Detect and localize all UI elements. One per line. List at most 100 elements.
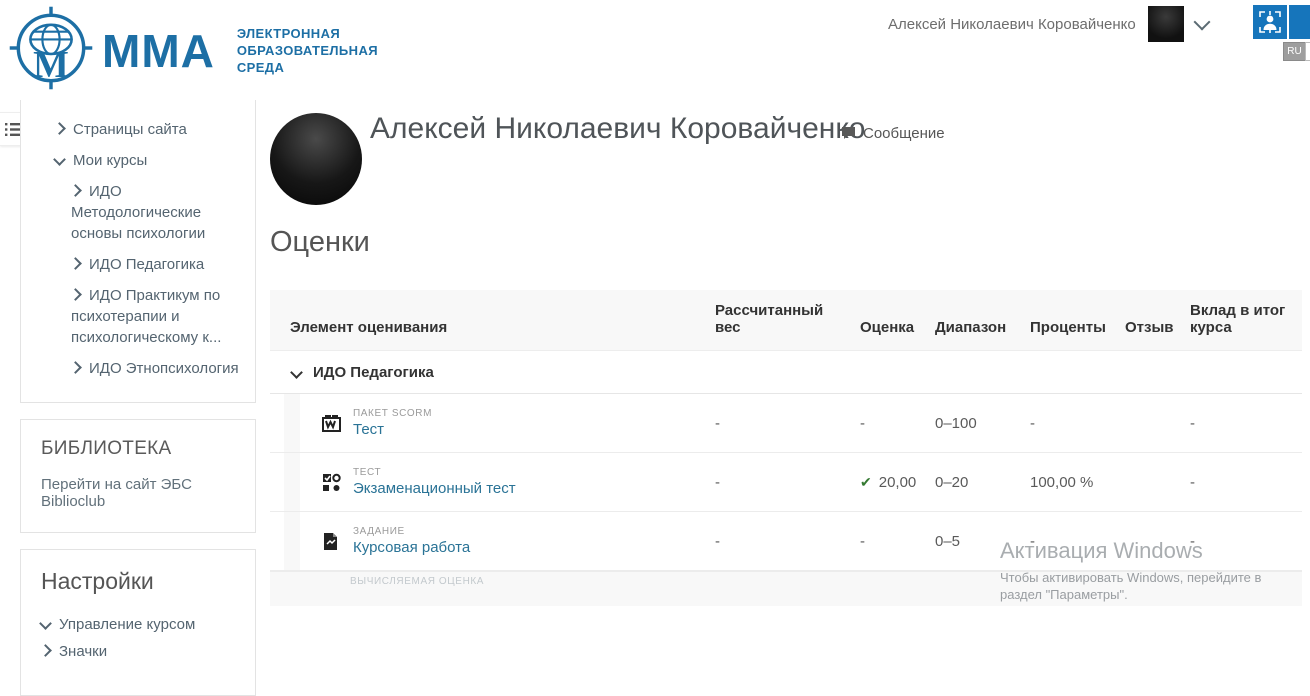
item-type-label: ЗАДАНИЕ <box>353 526 470 537</box>
cell-contribution: - <box>1180 394 1302 452</box>
message-label: Сообщение <box>863 125 945 142</box>
sidebar-item-badges[interactable]: Значки <box>41 638 241 665</box>
settings-block: Настройки Управление курсом Значки <box>20 549 256 696</box>
browser-extension-icon[interactable] <box>1253 5 1287 39</box>
grade-value: 20,00 <box>879 474 917 491</box>
cell-grade: ✔ 20,00 <box>850 453 925 511</box>
list-menu-icon <box>5 122 22 137</box>
sidebar-item-course-pedagogy[interactable]: ИДО Педагогика <box>27 249 245 280</box>
library-block: БИБЛИОТЕКА Перейти на сайт ЭБС Biblioclu… <box>20 419 256 533</box>
main-content: Алексей Николаевич Коровайченко Сообщени… <box>270 100 1302 601</box>
assignment-icon <box>322 532 341 551</box>
mma-globe-logo-icon: М <box>8 4 94 97</box>
grades-page-title: Оценки <box>270 226 370 259</box>
user-avatar-thumbnail[interactable] <box>1148 6 1184 42</box>
grades-table: Элемент оценивания Рассчитанный вес Оцен… <box>270 290 1302 606</box>
cell-percent: - <box>1020 512 1115 570</box>
browser-extension-icon-2[interactable] <box>1289 5 1310 39</box>
logo-text: ММА <box>102 24 215 78</box>
library-block-title: БИБЛИОТЕКА <box>41 438 241 460</box>
grades-table-header: Элемент оценивания Рассчитанный вес Оцен… <box>270 290 1302 351</box>
pass-check-icon: ✔ <box>860 474 872 491</box>
column-header-feedback: Отзыв <box>1115 307 1180 350</box>
grade-item-link[interactable]: Экзаменационный тест <box>353 480 516 497</box>
chevron-right-icon[interactable] <box>69 288 82 301</box>
site-logo[interactable]: М ММА ЭЛЕКТРОННАЯ ОБРАЗОВАТЕЛЬНАЯ СРЕДА <box>8 4 378 97</box>
column-header-weight: Рассчитанный вес <box>705 290 850 350</box>
chevron-right-icon[interactable] <box>53 122 66 135</box>
item-type-label: ВЫЧИСЛЯЕМАЯ ОЦЕНКА <box>350 576 484 587</box>
grade-item-link[interactable]: Курсовая работа <box>353 539 470 556</box>
chevron-down-icon[interactable] <box>290 366 303 379</box>
sidebar-item-label: ИДО Педагогика <box>89 256 204 273</box>
chevron-right-icon[interactable] <box>69 257 82 270</box>
sidebar-item-label: Значки <box>59 643 107 660</box>
column-header-grade: Оценка <box>850 307 925 350</box>
sidebar-item-label: Управление курсом <box>59 616 195 633</box>
navigation-block: Страницы сайта Мои курсы ИДО Методологич… <box>20 100 256 403</box>
sidebar-item-label: Мои курсы <box>73 152 147 169</box>
cell-contribution: - <box>1180 512 1302 570</box>
column-header-percent: Проценты <box>1020 307 1115 350</box>
grade-row-exam-test: ТЕСТ Экзаменационный тест - ✔ 20,00 0–20… <box>270 453 1302 512</box>
cell-weight: - <box>705 512 850 570</box>
item-type-label: ТЕСТ <box>353 467 516 478</box>
site-header: М ММА ЭЛЕКТРОННАЯ ОБРАЗОВАТЕЛЬНАЯ СРЕДА … <box>0 0 1310 97</box>
page-title-user-name: Алексей Николаевич Коровайченко <box>370 112 865 146</box>
chevron-right-icon[interactable] <box>39 644 52 657</box>
cell-contribution: - <box>1180 453 1302 511</box>
settings-tree: Управление курсом Значки <box>41 611 241 665</box>
sidebar-item-course-practicum[interactable]: ИДО Практикум по психотерапии и психолог… <box>27 280 245 353</box>
cell-percent: 100,00 % <box>1020 453 1115 511</box>
cell-weight: - <box>705 394 850 452</box>
sidebar-item-label: ИДО Практикум по психотерапии и психолог… <box>71 287 221 346</box>
grade-item-link[interactable]: Тест <box>353 421 432 438</box>
scorm-package-icon <box>322 414 341 433</box>
sidebar-item-site-pages[interactable]: Страницы сайта <box>27 114 245 145</box>
message-button[interactable]: Сообщение <box>842 125 945 142</box>
cell-feedback <box>1115 512 1180 570</box>
library-biblioclub-link[interactable]: Перейти на сайт ЭБС Biblioclub <box>41 476 241 510</box>
cell-percent: - <box>1020 394 1115 452</box>
tagline-line-3: СРЕДА <box>237 60 284 75</box>
category-label: ИДО Педагогика <box>313 364 434 381</box>
svg-text:М: М <box>33 44 69 86</box>
cell-range: 0–20 <box>925 453 1020 511</box>
sidebar-item-label: ИДО Методологические основы психологии <box>71 183 205 242</box>
column-header-item: Элемент оценивания <box>270 307 705 350</box>
sidebar: Страницы сайта Мои курсы ИДО Методологич… <box>20 100 256 696</box>
cell-feedback <box>1115 394 1180 452</box>
item-type-label: ПАКЕТ SCORM <box>353 408 432 419</box>
chevron-down-icon[interactable] <box>53 153 66 166</box>
cell-range: 0–5 <box>925 512 1020 570</box>
chevron-down-icon[interactable] <box>1193 14 1210 31</box>
sidebar-item-course-methodology[interactable]: ИДО Методологические основы психологии <box>27 176 245 249</box>
cell-grade: - <box>850 394 925 452</box>
cell-weight: - <box>705 453 850 511</box>
settings-block-title: Настройки <box>41 568 241 595</box>
sidebar-item-course-administration[interactable]: Управление курсом <box>41 611 241 638</box>
language-badge[interactable]: RU <box>1283 42 1306 61</box>
chevron-right-icon[interactable] <box>69 184 82 197</box>
cell-feedback <box>1115 453 1180 511</box>
sidebar-item-my-courses[interactable]: Мои курсы <box>27 145 245 176</box>
chevron-right-icon[interactable] <box>69 361 82 374</box>
user-name: Алексей Николаевич Коровайченко <box>888 16 1136 33</box>
quiz-icon <box>322 473 341 492</box>
grade-row-scorm-test: ПАКЕТ SCORM Тест - - 0–100 - - <box>270 394 1302 453</box>
user-menu[interactable]: Алексей Николаевич Коровайченко <box>888 6 1208 42</box>
logo-tagline: ЭЛЕКТРОННАЯ ОБРАЗОВАТЕЛЬНАЯ СРЕДА <box>237 25 378 76</box>
category-row-pedagogy[interactable]: ИДО Педагогика <box>270 351 1302 394</box>
language-badge-secondary[interactable] <box>1305 42 1310 61</box>
chevron-down-icon[interactable] <box>39 617 52 630</box>
tagline-line-2: ОБРАЗОВАТЕЛЬНАЯ <box>237 43 378 58</box>
navigation-tree: Страницы сайта Мои курсы ИДО Методологич… <box>27 114 245 384</box>
column-header-contribution: Вклад в итог курса <box>1180 290 1302 350</box>
column-header-range: Диапазон <box>925 307 1020 350</box>
sidebar-item-label: ИДО Этнопсихология <box>89 360 239 377</box>
cell-range: 0–100 <box>925 394 1020 452</box>
sidebar-item-label: Страницы сайта <box>73 121 187 138</box>
message-bubble-icon <box>842 127 855 140</box>
sidebar-item-course-ethnopsychology[interactable]: ИДО Этнопсихология <box>27 353 245 384</box>
grade-row-coursework: ЗАДАНИЕ Курсовая работа - - 0–5 - - <box>270 512 1302 571</box>
